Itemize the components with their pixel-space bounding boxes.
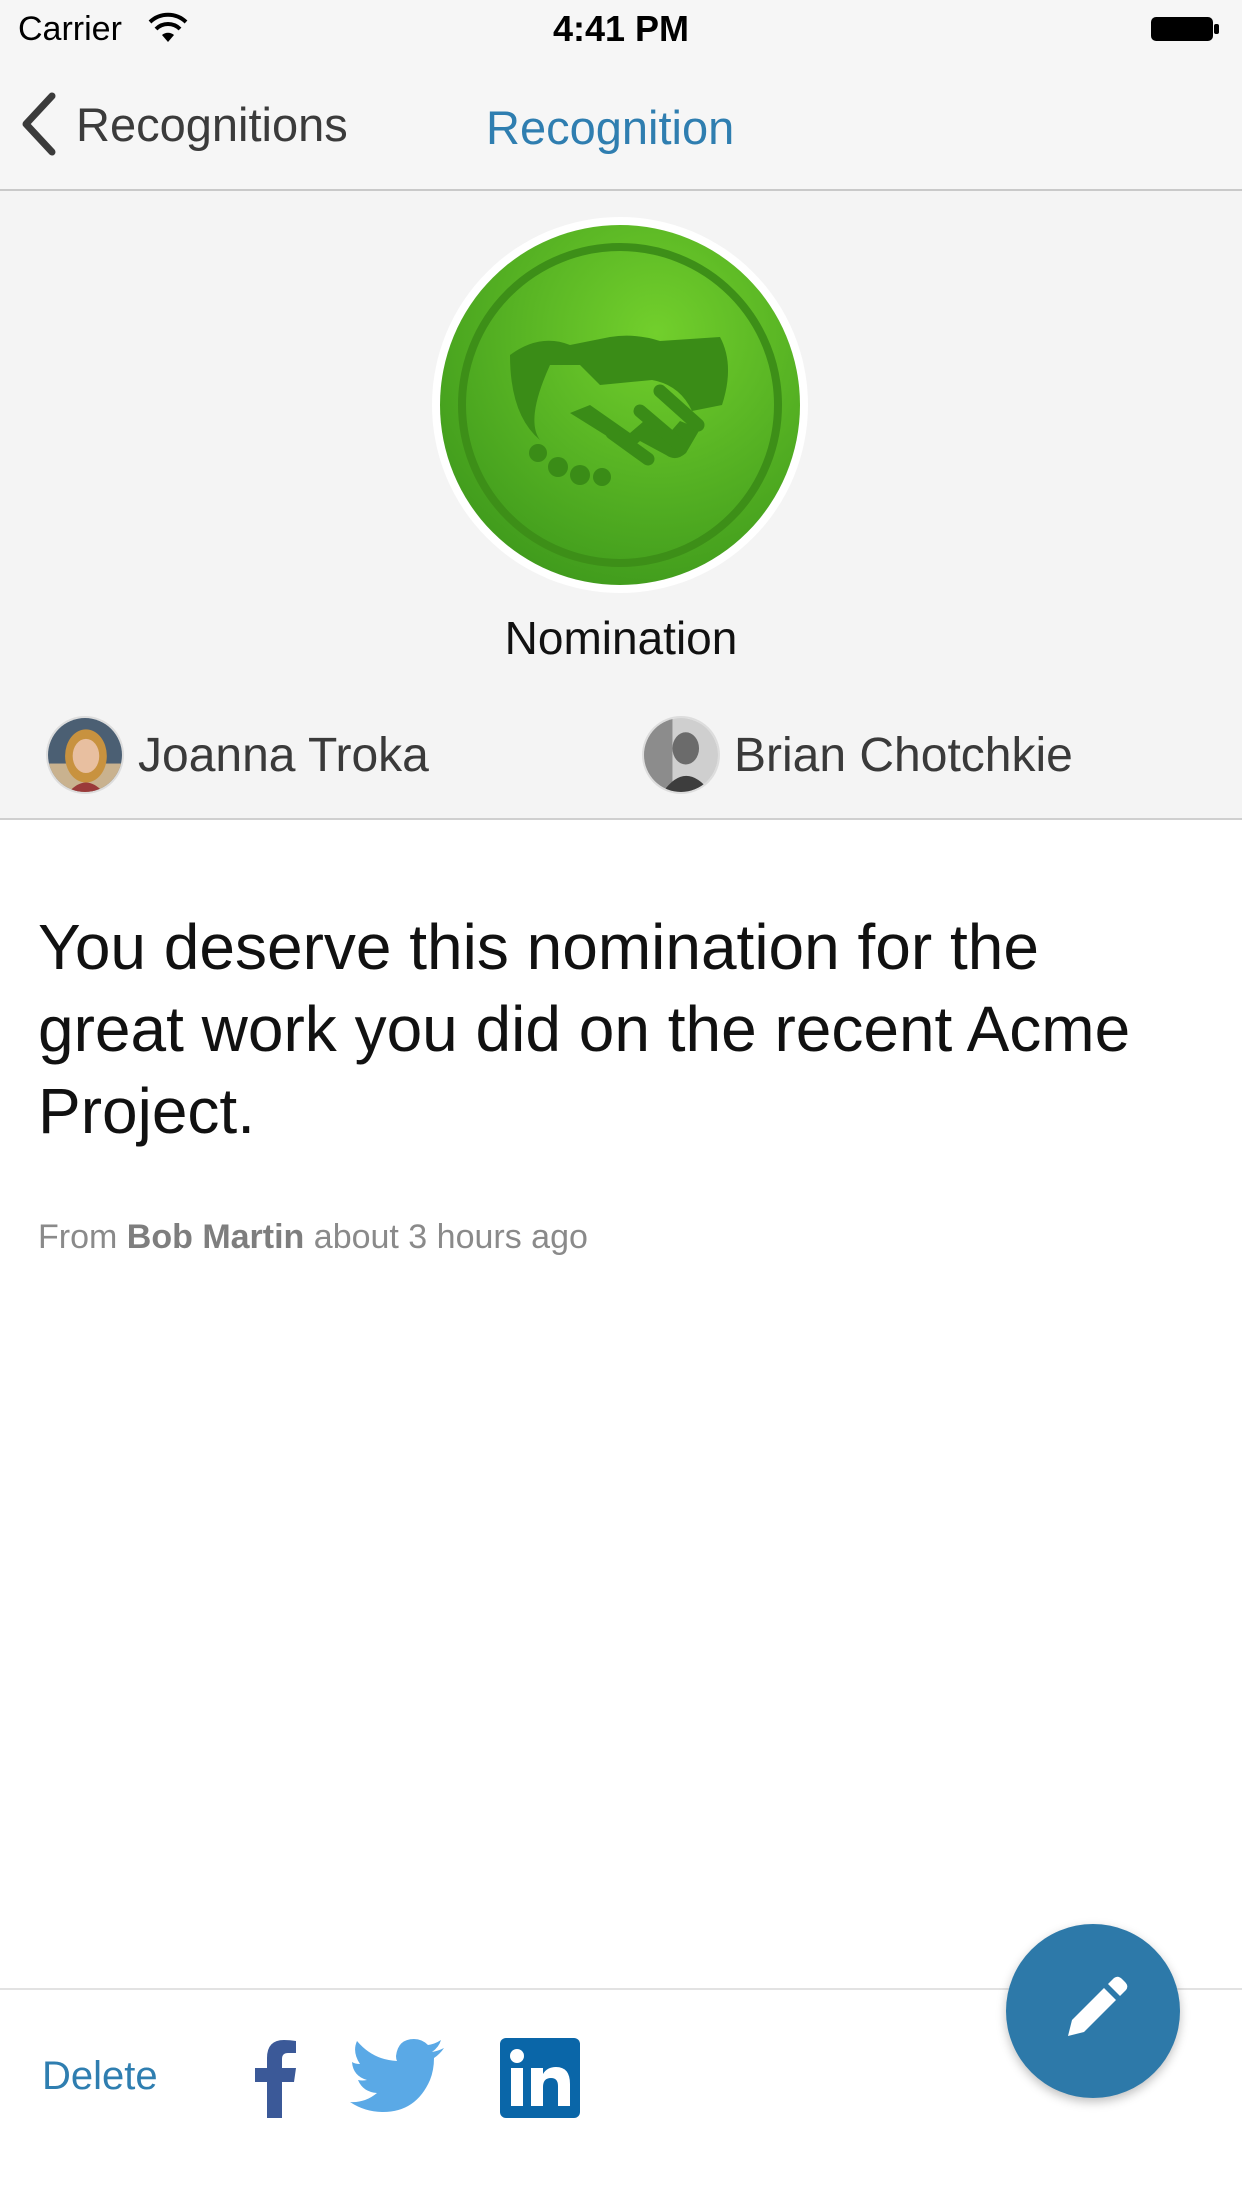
edit-button[interactable] <box>1006 1924 1180 2098</box>
avatar <box>46 716 124 794</box>
back-button-label: Recognitions <box>76 97 348 151</box>
meta-prefix: From <box>38 1218 118 1256</box>
giver[interactable]: Joanna Troka <box>46 715 429 795</box>
chevron-left-icon <box>22 92 56 156</box>
avatar <box>642 716 720 794</box>
pencil-icon <box>1068 1976 1128 2036</box>
facebook-icon[interactable] <box>250 2038 300 2118</box>
navigation-bar: Recognitions Recognition <box>0 60 1242 191</box>
linkedin-icon[interactable] <box>500 2038 580 2118</box>
handshake-icon <box>432 217 808 593</box>
sender-name[interactable]: Bob Martin <box>127 1218 305 1256</box>
giver-name: Joanna Troka <box>138 728 429 782</box>
status-bar: Carrier 4:41 PM <box>0 0 1242 60</box>
clock: 4:41 PM <box>552 8 690 49</box>
back-button[interactable]: Recognitions <box>18 92 348 156</box>
award-name: Nomination <box>504 612 738 664</box>
delete-button[interactable]: Delete <box>42 2054 158 2099</box>
receiver[interactable]: Brian Chotchkie <box>642 715 1073 795</box>
recognition-header: Nomination Joanna Troka Brian Chotchkie <box>0 191 1242 820</box>
recognition-message: You deserve this nomination for the grea… <box>38 911 1131 1147</box>
receiver-name: Brian Chotchkie <box>734 728 1073 782</box>
battery-icon <box>1151 17 1219 41</box>
twitter-icon[interactable] <box>350 2038 446 2118</box>
recognition-meta: From Bob Martin about 3 hours ago <box>38 1218 588 1257</box>
page-title: Recognition <box>486 101 735 154</box>
meta-time: about 3 hours ago <box>313 1218 588 1256</box>
